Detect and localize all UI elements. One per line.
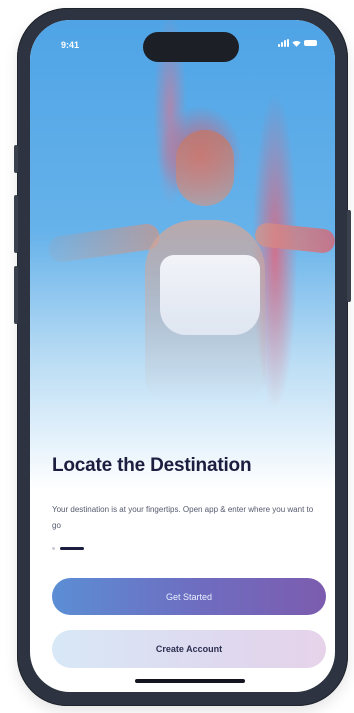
status-icons [278, 39, 317, 47]
battery-icon [304, 40, 317, 46]
hero-figure-arm [46, 222, 162, 264]
get-started-button[interactable]: Get Started [52, 578, 326, 615]
hero-figure-arm [253, 221, 335, 255]
volume-up-button [14, 195, 18, 253]
hero-figure-head [176, 130, 234, 206]
status-time: 9:41 [61, 40, 80, 50]
silent-switch [14, 145, 18, 173]
create-account-button[interactable]: Create Account [52, 630, 326, 668]
dynamic-island [143, 32, 239, 62]
signal-icon [278, 39, 289, 47]
hero-figure-top [160, 255, 260, 335]
hero-image [30, 20, 335, 490]
page-subtitle: Your destination is at your fingertips. … [52, 505, 314, 530]
page-title: Locate the Destination [52, 455, 252, 476]
power-button [347, 210, 351, 302]
page-indicator-dot[interactable] [52, 547, 55, 550]
wifi-icon [292, 40, 301, 47]
phone-screen: 9:41 Locate the Destination Your destina… [30, 20, 335, 692]
home-indicator[interactable] [135, 679, 245, 683]
volume-down-button [14, 266, 18, 324]
page-indicator-active[interactable] [60, 547, 84, 550]
page-indicator [52, 547, 84, 550]
